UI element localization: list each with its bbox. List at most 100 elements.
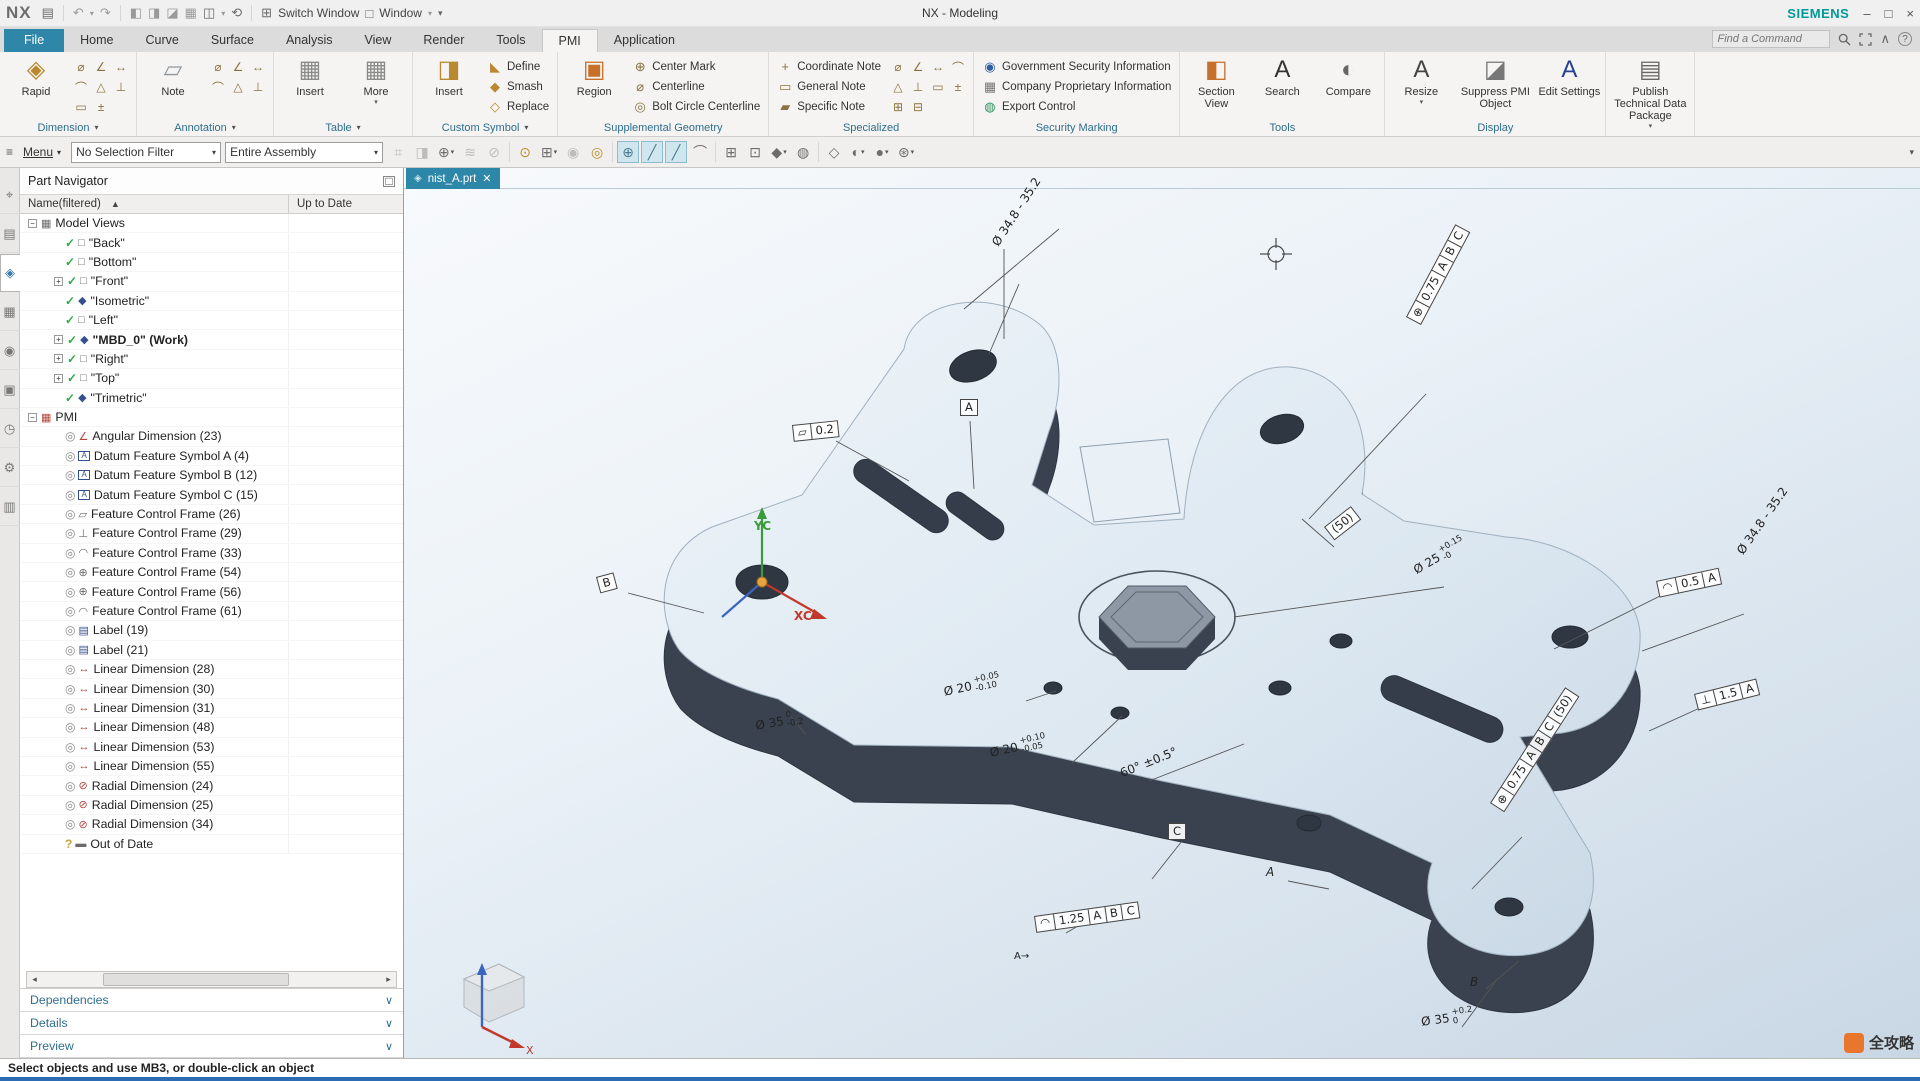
snap-settings-icon[interactable]: ⌗ [387, 141, 409, 163]
check-icon[interactable]: ✓ [65, 313, 75, 327]
replace-button[interactable]: ◇Replace [484, 97, 552, 116]
part-file-tab[interactable]: ◈ nist_A.prt ✕ [406, 168, 500, 189]
orient-tool-icon[interactable]: ◐▾ [847, 141, 869, 163]
group-dialog-arrow[interactable]: ▾ [94, 123, 98, 132]
radial-dim-icon[interactable]: ↔ [111, 57, 131, 77]
centerline-button[interactable]: ⌀Centerline [629, 77, 763, 96]
visibility-eye-icon[interactable]: ◎ [65, 468, 75, 482]
resource-bar-hd3d-tools-icon[interactable]: ◉ [0, 332, 20, 370]
tree-row[interactable]: ?▬Out of Date [20, 835, 403, 854]
tree-row[interactable]: ◎⊕Feature Control Frame (54) [20, 563, 403, 582]
tree-row[interactable]: ✓□"Left" [20, 311, 403, 330]
weld-icon[interactable]: ⊥ [248, 77, 268, 97]
rapid-button[interactable]: ◈Rapid [5, 55, 67, 98]
s5-icon[interactable]: △ [888, 77, 908, 97]
select-face-icon[interactable]: ◨ [411, 141, 433, 163]
resource-bar-process-studio-icon[interactable]: ⚙ [0, 449, 20, 487]
visibility-eye-icon[interactable]: ◎ [65, 720, 75, 734]
resource-bar-part-navigator-icon[interactable]: ◈ [0, 254, 20, 292]
company-proprietary-information-button[interactable]: ▦Company Proprietary Information [979, 77, 1174, 96]
resource-bar-view-manager-icon[interactable]: ▣ [0, 371, 20, 409]
tree-row[interactable]: +✓◆"MBD_0" (Work) [20, 330, 403, 349]
collapse-icon[interactable]: − [28, 413, 37, 422]
view-sync-icon[interactable]: ◫ [203, 5, 215, 21]
part-3d-model[interactable] [404, 189, 1920, 1058]
search-button[interactable]: ASearch [1251, 55, 1313, 98]
visibility-eye-icon[interactable]: ◎ [65, 526, 75, 540]
chevron-down-icon[interactable]: ∨ [385, 994, 393, 1007]
part-tab-feature[interactable] [1080, 439, 1180, 522]
fcf-icon[interactable]: ⌀ [208, 57, 228, 77]
check-icon[interactable]: ✓ [65, 294, 75, 308]
arc-dim-icon[interactable]: ⊥ [111, 77, 131, 97]
save-icon[interactable]: ▤ [42, 5, 54, 21]
tree-row[interactable]: ◎↔Linear Dimension (48) [20, 718, 403, 737]
switch-window-icon[interactable]: ⊞ [261, 5, 272, 21]
snap-quadrant-icon[interactable]: ◎ [586, 141, 608, 163]
tol-dim-icon[interactable]: ± [91, 97, 111, 117]
undo-icon[interactable]: ↶ [73, 5, 84, 21]
arc-tool-icon[interactable]: ⌒ [689, 141, 711, 163]
switch-window-button[interactable]: Switch Window [278, 6, 359, 20]
expand-icon[interactable]: + [54, 374, 63, 383]
group-dialog-arrow[interactable]: ▾ [357, 123, 361, 132]
tree-row[interactable]: ◎▱Feature Control Frame (26) [20, 505, 403, 524]
window-menu-arrow[interactable]: ▾ [428, 9, 432, 18]
general-note-button[interactable]: ▭General Note [774, 77, 884, 96]
linear-dim-icon[interactable]: ⌀ [71, 57, 91, 77]
visibility-eye-icon[interactable]: ◎ [65, 740, 75, 754]
label-icon[interactable]: ⌒ [208, 77, 228, 97]
hole-front-2[interactable] [1111, 707, 1129, 719]
resource-bar-notes-icon[interactable]: ▥ [0, 488, 20, 526]
tree-row[interactable]: ◎⊕Feature Control Frame (56) [20, 582, 403, 601]
tree-row[interactable]: +✓□"Right" [20, 350, 403, 369]
thickness-dim-icon[interactable]: △ [91, 77, 111, 97]
visibility-eye-icon[interactable]: ◎ [65, 682, 75, 696]
s3-icon[interactable]: ↔ [928, 57, 948, 77]
redo-icon[interactable]: ↷ [100, 5, 111, 21]
expand-icon[interactable]: + [54, 335, 63, 344]
tree-row[interactable]: ◎▤Label (21) [20, 641, 403, 660]
panel-preview[interactable]: Preview∨ [20, 1035, 403, 1058]
tree-row[interactable]: +✓□"Front" [20, 272, 403, 291]
check-icon[interactable]: ✓ [67, 274, 77, 288]
resource-bar-roadmap-icon[interactable]: ⌖ [0, 176, 20, 214]
tree-row[interactable]: ✓◆"Trimetric" [20, 389, 403, 408]
visibility-eye-icon[interactable]: ◎ [65, 817, 75, 831]
window-icon[interactable]: □ [365, 6, 373, 21]
group-dialog-arrow[interactable]: ▾ [524, 123, 528, 132]
visibility-eye-icon[interactable]: ◎ [65, 701, 75, 715]
close-button[interactable]: × [1906, 6, 1914, 21]
line-tool-2-icon[interactable]: ╱ [665, 141, 687, 163]
smash-button[interactable]: ◆Smash [484, 77, 552, 96]
chevron-down-icon[interactable]: ∨ [385, 1040, 393, 1053]
specific-note-button[interactable]: ▰Specific Note [774, 97, 884, 116]
ribbon-tab-file[interactable]: File [4, 29, 64, 52]
find-command-input[interactable] [1712, 30, 1830, 48]
s8-icon[interactable]: ± [948, 77, 968, 97]
snap-mid-icon[interactable]: ⊞▾ [538, 141, 560, 163]
resize-button[interactable]: AResize▾ [1390, 55, 1452, 106]
grid-tool-icon[interactable]: ⊞ [720, 141, 742, 163]
no-selection-icon[interactable]: ⊘ [483, 141, 505, 163]
tree-row[interactable]: ◎↔Linear Dimension (53) [20, 738, 403, 757]
center-mark-button[interactable]: ⊕Center Mark [629, 57, 763, 76]
insert-symbol-button[interactable]: ◨Insert [418, 55, 480, 98]
scrollbar-thumb[interactable] [103, 973, 289, 986]
check-icon[interactable]: ✓ [65, 255, 75, 269]
tree-row[interactable]: ◎⊥Feature Control Frame (29) [20, 524, 403, 543]
tree-row[interactable]: ◎◠Feature Control Frame (33) [20, 544, 403, 563]
visibility-eye-icon[interactable]: ◎ [65, 546, 75, 560]
undo-menu-arrow[interactable]: ▾ [90, 9, 94, 18]
expand-icon[interactable]: + [54, 354, 63, 363]
tree-row[interactable]: −▦Model Views [20, 214, 403, 233]
render-style-icon[interactable]: ●▾ [871, 141, 893, 163]
panel-window-icon[interactable]: □ [383, 176, 395, 187]
export-control-button[interactable]: ◍Export Control [979, 97, 1174, 116]
insert-table-button[interactable]: ▦Insert [279, 55, 341, 98]
hole-leg-end[interactable] [1495, 898, 1523, 916]
visibility-eye-icon[interactable]: ◎ [65, 662, 75, 676]
tree-row[interactable]: ◎ADatum Feature Symbol B (12) [20, 466, 403, 485]
define-button[interactable]: ◣Define [484, 57, 552, 76]
expand-icon[interactable]: + [54, 277, 63, 286]
